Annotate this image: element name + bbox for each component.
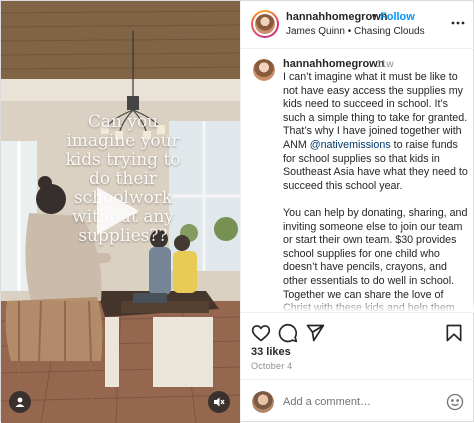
action-bar xyxy=(241,312,474,350)
comment-composer xyxy=(241,379,474,423)
caption-text: I can’t imagine what it must be like to … xyxy=(283,71,468,312)
add-comment-input[interactable] xyxy=(283,392,433,412)
share-icon[interactable] xyxy=(305,323,325,343)
avatar xyxy=(255,14,275,34)
more-options-icon[interactable] xyxy=(450,15,466,31)
separator-dot: • xyxy=(372,10,376,22)
follow-button[interactable]: Follow xyxy=(380,11,415,23)
story-ring-avatar[interactable] xyxy=(251,10,279,38)
emoji-icon[interactable] xyxy=(446,393,464,411)
post-date[interactable]: October 4 xyxy=(251,361,292,371)
post-header: hannahhomegrown • Follow James Quinn • C… xyxy=(241,1,474,49)
caption-avatar[interactable] xyxy=(253,59,275,81)
mention-link[interactable]: @nativemissions xyxy=(310,139,391,151)
post-age[interactable]: 11w xyxy=(376,59,394,70)
comment-icon[interactable] xyxy=(278,323,298,343)
user-tag-icon[interactable] xyxy=(9,391,31,413)
bookmark-icon[interactable] xyxy=(444,323,464,343)
instagram-post: Can you imagine your kids trying to do t… xyxy=(0,0,474,423)
play-icon[interactable] xyxy=(93,185,141,237)
caption-text-part: to raise funds for school supplies so th… xyxy=(283,138,468,312)
caption-section: hannahhomegrown 11w I can’t imagine what… xyxy=(241,50,474,312)
audio-track-link[interactable]: James Quinn • Chasing Clouds xyxy=(286,26,425,37)
post-video[interactable]: Can you imagine your kids trying to do t… xyxy=(1,1,240,423)
post-details-panel: hannahhomegrown • Follow James Quinn • C… xyxy=(240,1,474,423)
heart-icon[interactable] xyxy=(251,323,271,343)
speaker-muted-icon[interactable] xyxy=(208,391,230,413)
like-count[interactable]: 33 likes xyxy=(251,346,291,358)
caption-username[interactable]: hannahhomegrown xyxy=(283,58,384,70)
viewer-avatar xyxy=(252,391,274,413)
